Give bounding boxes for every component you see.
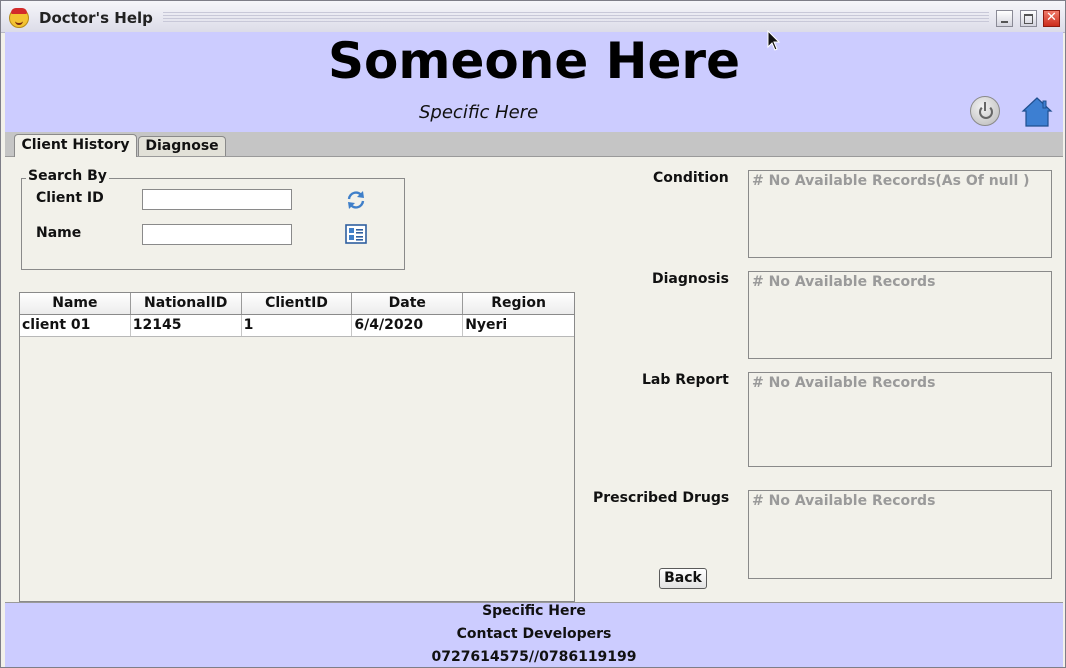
footer-banner: Specific Here Contact Developers 0727614…: [5, 602, 1063, 667]
page-subtitle: Specific Here: [419, 102, 539, 123]
title-bar-grip[interactable]: [163, 12, 989, 24]
doctor-face-icon: [9, 8, 29, 28]
table-row[interactable]: client 01 12145 1 6/4/2020 Nyeri: [20, 315, 574, 337]
window-title: Doctor's Help: [39, 9, 153, 27]
condition-textarea[interactable]: # No Available Records(As Of null ): [748, 170, 1052, 258]
cell-name[interactable]: client 01: [20, 315, 131, 336]
page-title: Someone Here: [328, 32, 740, 90]
tab-client-history[interactable]: Client History: [14, 134, 137, 158]
title-bar[interactable]: Doctor's Help: [1, 1, 1065, 33]
tab-diagnose[interactable]: Diagnose: [138, 136, 226, 156]
client-id-label: Client ID: [36, 190, 104, 206]
client-history-table[interactable]: Name NationalID ClientID Date Region cli…: [19, 292, 575, 602]
id-card-icon[interactable]: [345, 223, 367, 245]
refresh-icon[interactable]: [345, 189, 367, 211]
condition-label: Condition: [653, 170, 729, 186]
diagnosis-textarea[interactable]: # No Available Records: [748, 271, 1052, 359]
column-header-date[interactable]: Date: [352, 293, 464, 314]
cell-clientid[interactable]: 1: [242, 315, 353, 336]
footer-contact-developers[interactable]: Contact Developers: [5, 626, 1063, 642]
close-button[interactable]: [1043, 10, 1060, 27]
home-icon[interactable]: [1021, 96, 1053, 128]
cell-region[interactable]: Nyeri: [463, 315, 574, 336]
column-header-nationalid[interactable]: NationalID: [131, 293, 242, 314]
power-button[interactable]: [970, 96, 1000, 126]
header-banner: Someone Here Specific Here: [5, 32, 1063, 132]
back-button[interactable]: Back: [659, 568, 707, 589]
cell-date[interactable]: 6/4/2020: [352, 315, 464, 336]
name-label: Name: [36, 225, 82, 241]
column-header-name[interactable]: Name: [20, 293, 131, 314]
tab-content: Search By Client ID Name Name NationalID…: [5, 157, 1063, 602]
tab-bar: Client History Diagnose: [5, 132, 1063, 158]
maximize-button[interactable]: [1020, 10, 1037, 27]
search-legend: Search By: [26, 168, 109, 184]
footer-phone-numbers: 0727614575//0786119199: [431, 649, 637, 665]
column-header-clientid[interactable]: ClientID: [242, 293, 353, 314]
client-id-input[interactable]: [142, 189, 292, 210]
footer-specific: Specific Here: [482, 603, 586, 619]
minimize-button[interactable]: [996, 10, 1013, 27]
cell-nationalid[interactable]: 12145: [131, 315, 242, 336]
app-window: Doctor's Help Someone Here Specific Here…: [0, 0, 1066, 668]
prescribed-drugs-textarea[interactable]: # No Available Records: [748, 490, 1052, 579]
prescribed-drugs-label: Prescribed Drugs: [593, 490, 730, 506]
mouse-cursor-icon: [767, 30, 781, 51]
lab-report-label: Lab Report: [642, 372, 729, 388]
table-header: Name NationalID ClientID Date Region: [20, 293, 574, 315]
lab-report-textarea[interactable]: # No Available Records: [748, 372, 1052, 467]
column-header-region[interactable]: Region: [463, 293, 574, 314]
name-input[interactable]: [142, 224, 292, 245]
diagnosis-label: Diagnosis: [652, 271, 729, 287]
